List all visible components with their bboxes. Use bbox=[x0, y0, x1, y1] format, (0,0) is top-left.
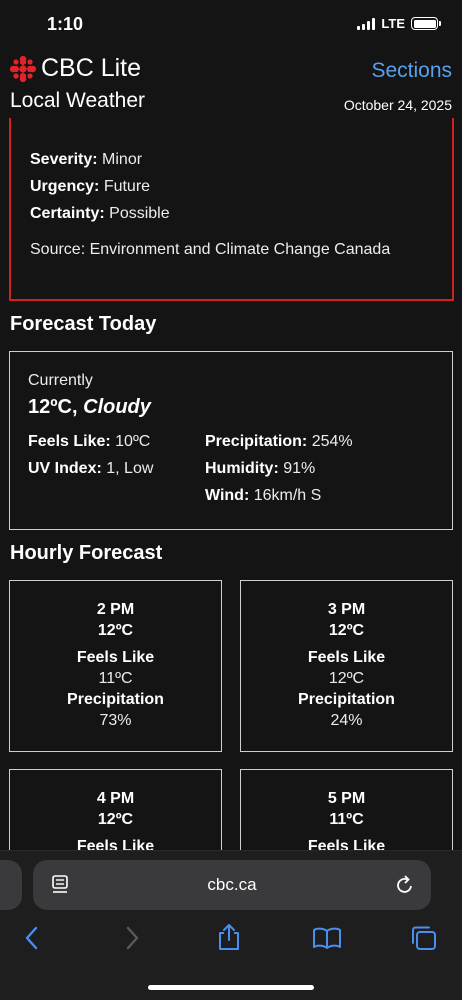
cbc-gem-icon bbox=[9, 55, 37, 82]
current-temp-value: 12ºC, bbox=[28, 396, 78, 418]
hour-precip-label: Precipitation bbox=[298, 691, 395, 708]
alert-severity-label: Severity: bbox=[30, 151, 98, 168]
alert-certainty: Certainty: Possible bbox=[30, 200, 434, 227]
status-bar: 1:10 LTE bbox=[0, 0, 462, 50]
browser-toolbar: cbc.ca bbox=[0, 850, 462, 1000]
hour-temp: 12ºC bbox=[328, 622, 365, 639]
current-conditions-card: Currently 12ºC, Cloudy Feels Like: 10ºC … bbox=[9, 351, 453, 530]
precipitation-label: Precipitation: bbox=[205, 433, 308, 450]
hour-precip-label: Precipitation bbox=[67, 691, 164, 708]
alert-severity-value: Minor bbox=[102, 151, 143, 168]
current-temperature: 12ºC, Cloudy bbox=[28, 396, 434, 419]
precipitation-stat: Precipitation: 254% bbox=[205, 431, 434, 453]
alert-urgency-label: Urgency: bbox=[30, 178, 100, 195]
forward-icon[interactable] bbox=[124, 925, 140, 951]
sections-link[interactable]: Sections bbox=[371, 59, 452, 83]
hour-temp: 12ºC bbox=[97, 622, 134, 639]
bookmarks-icon[interactable] bbox=[312, 927, 342, 949]
url-text: cbc.ca bbox=[207, 875, 257, 894]
network-type: LTE bbox=[381, 16, 405, 31]
wind-stat: Wind: 16km/h S bbox=[205, 485, 434, 507]
hour-feels-label: Feels Like bbox=[307, 649, 386, 666]
humidity-value: 91% bbox=[283, 460, 316, 477]
humidity-stat: Humidity: 91% bbox=[205, 458, 434, 480]
uv-index-label: UV Index: bbox=[28, 460, 102, 477]
hour-time: 4 PM bbox=[96, 790, 135, 807]
signal-icon bbox=[357, 17, 376, 30]
address-bar[interactable]: cbc.ca bbox=[33, 860, 431, 910]
tabs-icon[interactable] bbox=[410, 925, 438, 951]
back-icon[interactable] bbox=[24, 925, 40, 951]
battery-icon bbox=[411, 17, 441, 30]
alert-urgency-value: Future bbox=[103, 178, 151, 195]
uv-index-stat: UV Index: 1, Low bbox=[28, 458, 205, 480]
reload-icon[interactable] bbox=[395, 874, 415, 896]
hourly-card: 2 PM 12ºC Feels Like 11ºC Precipitation … bbox=[9, 580, 222, 752]
page-title: Local Weather bbox=[10, 89, 146, 112]
previous-tab-peek[interactable] bbox=[0, 860, 22, 910]
brand-name: CBC Lite bbox=[41, 54, 142, 82]
precipitation-value: 254% bbox=[311, 433, 353, 450]
uv-index-value: 1, Low bbox=[106, 460, 154, 477]
page-date: October 24, 2025 bbox=[343, 97, 452, 113]
feels-like-label: Feels Like: bbox=[28, 433, 111, 450]
hour-precip-value: 73% bbox=[99, 712, 132, 729]
hour-temp: 12ºC bbox=[97, 811, 134, 828]
alert-source: Source: Environment and Climate Change C… bbox=[30, 241, 391, 258]
hour-time: 3 PM bbox=[327, 601, 366, 618]
alert-certainty-value: Possible bbox=[109, 205, 170, 222]
hour-feels-value: 11ºC bbox=[98, 670, 133, 687]
hour-feels-value: 12ºC bbox=[328, 670, 365, 687]
hour-time: 2 PM bbox=[96, 601, 135, 618]
currently-label: Currently bbox=[28, 372, 93, 389]
feels-like-stat: Feels Like: 10ºC bbox=[28, 431, 205, 453]
current-condition: Cloudy bbox=[83, 396, 151, 418]
site-header: CBC Lite Local Weather Sections October … bbox=[0, 50, 462, 120]
hour-feels-label: Feels Like bbox=[76, 649, 155, 666]
brand-logo-link[interactable]: CBC Lite bbox=[9, 54, 141, 83]
share-icon[interactable] bbox=[216, 923, 242, 951]
hourly-forecast-heading: Hourly Forecast bbox=[10, 542, 163, 564]
hour-time: 5 PM bbox=[327, 790, 366, 807]
forecast-today-heading: Forecast Today bbox=[10, 313, 157, 335]
alert-certainty-label: Certainty: bbox=[30, 205, 105, 222]
humidity-label: Humidity: bbox=[205, 460, 279, 477]
wind-value: 16km/h S bbox=[253, 487, 322, 504]
status-indicators: LTE bbox=[357, 16, 441, 31]
alert-urgency: Urgency: Future bbox=[30, 173, 434, 200]
hour-precip-value: 24% bbox=[330, 712, 363, 729]
hourly-card: 3 PM 12ºC Feels Like 12ºC Precipitation … bbox=[240, 580, 453, 752]
status-time: 1:10 bbox=[47, 14, 84, 34]
wind-label: Wind: bbox=[205, 487, 250, 504]
feels-like-value: 10ºC bbox=[115, 433, 151, 450]
current-stats: Feels Like: 10ºC Precipitation: 254% UV … bbox=[28, 431, 434, 507]
hour-temp: 11ºC bbox=[329, 811, 364, 828]
home-indicator bbox=[148, 985, 314, 990]
alert-severity: Severity: Minor bbox=[30, 146, 434, 173]
weather-alert-box: Severity: Minor Urgency: Future Certaint… bbox=[9, 118, 454, 301]
